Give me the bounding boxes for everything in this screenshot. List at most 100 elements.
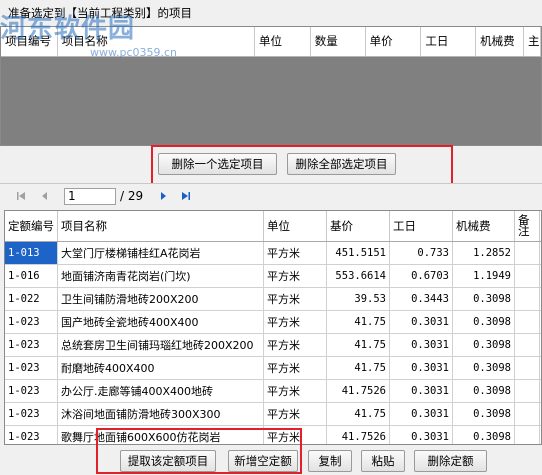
cell-workdays[interactable]: 0.3031: [390, 426, 453, 444]
paste-button[interactable]: 粘贴: [361, 450, 405, 472]
cell-name[interactable]: 办公厅.走廊等铺400X400地砖: [58, 380, 264, 402]
cell-price[interactable]: 41.75: [327, 334, 390, 356]
cell-price[interactable]: 41.7526: [327, 426, 390, 444]
cell-unit[interactable]: 平方米: [264, 357, 327, 379]
cell-remarks[interactable]: [515, 403, 540, 425]
cell-name[interactable]: 耐磨地砖400X400: [58, 357, 264, 379]
table-row[interactable]: 1-023 总统套房卫生间铺玛瑙红地砖200X200 平方米 41.75 0.3…: [5, 334, 541, 357]
cell-machine-fee[interactable]: 0.3098: [453, 311, 515, 333]
cell-machine-fee[interactable]: 0.3098: [453, 288, 515, 310]
quota-items-table[interactable]: 定额编号 项目名称 单位 基价 工日 机械费 备注 1-013 大堂门厅楼梯铺桂…: [4, 210, 542, 445]
cell-workdays[interactable]: 0.733: [390, 242, 453, 264]
remove-all-selected-button[interactable]: 删除全部选定项目: [287, 153, 396, 175]
table-row[interactable]: 1-023 歌舞厅地面铺600X600仿花岗岩 平方米 41.7526 0.30…: [5, 426, 541, 444]
cell-name[interactable]: 总统套房卫生间铺玛瑙红地砖200X200: [58, 334, 264, 356]
cell-machine-fee[interactable]: 0.3098: [453, 380, 515, 402]
cell-price[interactable]: 451.5151: [327, 242, 390, 264]
remove-one-selected-button[interactable]: 删除一个选定项目: [158, 153, 277, 175]
delete-quota-button[interactable]: 删除定额: [414, 450, 487, 472]
cell-workdays[interactable]: 0.3031: [390, 403, 453, 425]
cell-machine-fee[interactable]: 0.3098: [453, 357, 515, 379]
cell-unit[interactable]: 平方米: [264, 288, 327, 310]
cell-remarks[interactable]: [515, 426, 540, 444]
cell-price[interactable]: 39.53: [327, 288, 390, 310]
cell-workdays[interactable]: 0.6703: [390, 265, 453, 287]
cell-code[interactable]: 1-023: [5, 334, 58, 356]
next-page-icon[interactable]: [156, 189, 170, 203]
col-header-main[interactable]: 主: [524, 27, 541, 56]
cell-name[interactable]: 歌舞厅地面铺600X600仿花岗岩: [58, 426, 264, 444]
cell-workdays[interactable]: 0.3031: [390, 311, 453, 333]
cell-workdays[interactable]: 0.3031: [390, 357, 453, 379]
col-header-item-code[interactable]: 项目编号: [1, 27, 58, 56]
col-header-unit-price[interactable]: 单价: [366, 27, 422, 56]
cell-unit[interactable]: 平方米: [264, 334, 327, 356]
table-row[interactable]: 1-023 国产地砖全瓷地砖400X400 平方米 41.75 0.3031 0…: [5, 311, 541, 334]
cell-price[interactable]: 41.7526: [327, 380, 390, 402]
cell-workdays[interactable]: 0.3443: [390, 288, 453, 310]
cell-unit[interactable]: 平方米: [264, 403, 327, 425]
cell-code[interactable]: 1-016: [5, 265, 58, 287]
first-page-icon[interactable]: [14, 189, 28, 203]
col-header-workdays[interactable]: 工日: [421, 27, 477, 56]
cell-price[interactable]: 553.6614: [327, 265, 390, 287]
cell-workdays[interactable]: 0.3031: [390, 334, 453, 356]
last-page-icon[interactable]: [179, 189, 193, 203]
cell-machine-fee[interactable]: 0.3098: [453, 334, 515, 356]
col-header-quota-code[interactable]: 定额编号: [5, 211, 58, 241]
cell-remarks[interactable]: [515, 311, 540, 333]
cell-unit[interactable]: 平方米: [264, 426, 327, 444]
table-row[interactable]: 1-016 地面铺济南青花岗岩(门坎) 平方米 553.6614 0.6703 …: [5, 265, 541, 288]
cell-remarks[interactable]: [515, 357, 540, 379]
cell-code[interactable]: 1-023: [5, 380, 58, 402]
cell-code[interactable]: 1-013: [5, 242, 58, 264]
cell-price[interactable]: 41.75: [327, 311, 390, 333]
table-row[interactable]: 1-013 大堂门厅楼梯铺桂红A花岗岩 平方米 451.5151 0.733 1…: [5, 242, 541, 265]
table-row[interactable]: 1-023 办公厅.走廊等铺400X400地砖 平方米 41.7526 0.30…: [5, 380, 541, 403]
cell-code[interactable]: 1-023: [5, 403, 58, 425]
cell-name[interactable]: 沐浴间地面铺防滑地砖300X300: [58, 403, 264, 425]
cell-workdays[interactable]: 0.3031: [390, 380, 453, 402]
col-header-base-price[interactable]: 基价: [327, 211, 390, 241]
cell-unit[interactable]: 平方米: [264, 265, 327, 287]
cell-code[interactable]: 1-023: [5, 357, 58, 379]
cell-name[interactable]: 大堂门厅楼梯铺桂红A花岗岩: [58, 242, 264, 264]
selected-items-table[interactable]: 项目编号 项目名称 单位 数量 单价 工日 机械费 主: [0, 26, 542, 146]
col-header-unit[interactable]: 单位: [255, 27, 311, 56]
cell-machine-fee[interactable]: 1.1949: [453, 265, 515, 287]
prev-page-icon[interactable]: [38, 189, 52, 203]
col-header-item-name[interactable]: 项目名称: [58, 27, 255, 56]
fetch-quota-item-button[interactable]: 提取该定额项目: [120, 450, 216, 472]
cell-remarks[interactable]: [515, 288, 540, 310]
cell-price[interactable]: 41.75: [327, 403, 390, 425]
table-row[interactable]: 1-023 沐浴间地面铺防滑地砖300X300 平方米 41.75 0.3031…: [5, 403, 541, 426]
add-empty-quota-button[interactable]: 新增空定额: [228, 450, 298, 472]
cell-name[interactable]: 地面铺济南青花岗岩(门坎): [58, 265, 264, 287]
col-header-quantity[interactable]: 数量: [311, 27, 366, 56]
page-number-input[interactable]: 1: [64, 188, 116, 205]
cell-price[interactable]: 41.75: [327, 357, 390, 379]
cell-code[interactable]: 1-023: [5, 426, 58, 444]
cell-remarks[interactable]: [515, 265, 540, 287]
cell-machine-fee[interactable]: 0.3098: [453, 426, 515, 444]
col-header-machine-fee[interactable]: 机械费: [453, 211, 515, 241]
cell-name[interactable]: 卫生间铺防滑地砖200X200: [58, 288, 264, 310]
cell-remarks[interactable]: [515, 334, 540, 356]
cell-unit[interactable]: 平方米: [264, 242, 327, 264]
copy-button[interactable]: 复制: [308, 450, 352, 472]
cell-unit[interactable]: 平方米: [264, 311, 327, 333]
col-header-workdays[interactable]: 工日: [390, 211, 453, 241]
cell-code[interactable]: 1-023: [5, 311, 58, 333]
cell-machine-fee[interactable]: 0.3098: [453, 403, 515, 425]
cell-code[interactable]: 1-022: [5, 288, 58, 310]
col-header-machine-fee[interactable]: 机械费: [476, 27, 524, 56]
cell-remarks[interactable]: [515, 242, 540, 264]
cell-machine-fee[interactable]: 1.2852: [453, 242, 515, 264]
col-header-remarks[interactable]: 备注: [515, 211, 540, 241]
table-row[interactable]: 1-023 耐磨地砖400X400 平方米 41.75 0.3031 0.309…: [5, 357, 541, 380]
table-row[interactable]: 1-022 卫生间铺防滑地砖200X200 平方米 39.53 0.3443 0…: [5, 288, 541, 311]
cell-unit[interactable]: 平方米: [264, 380, 327, 402]
cell-name[interactable]: 国产地砖全瓷地砖400X400: [58, 311, 264, 333]
cell-remarks[interactable]: [515, 380, 540, 402]
col-header-unit[interactable]: 单位: [264, 211, 327, 241]
